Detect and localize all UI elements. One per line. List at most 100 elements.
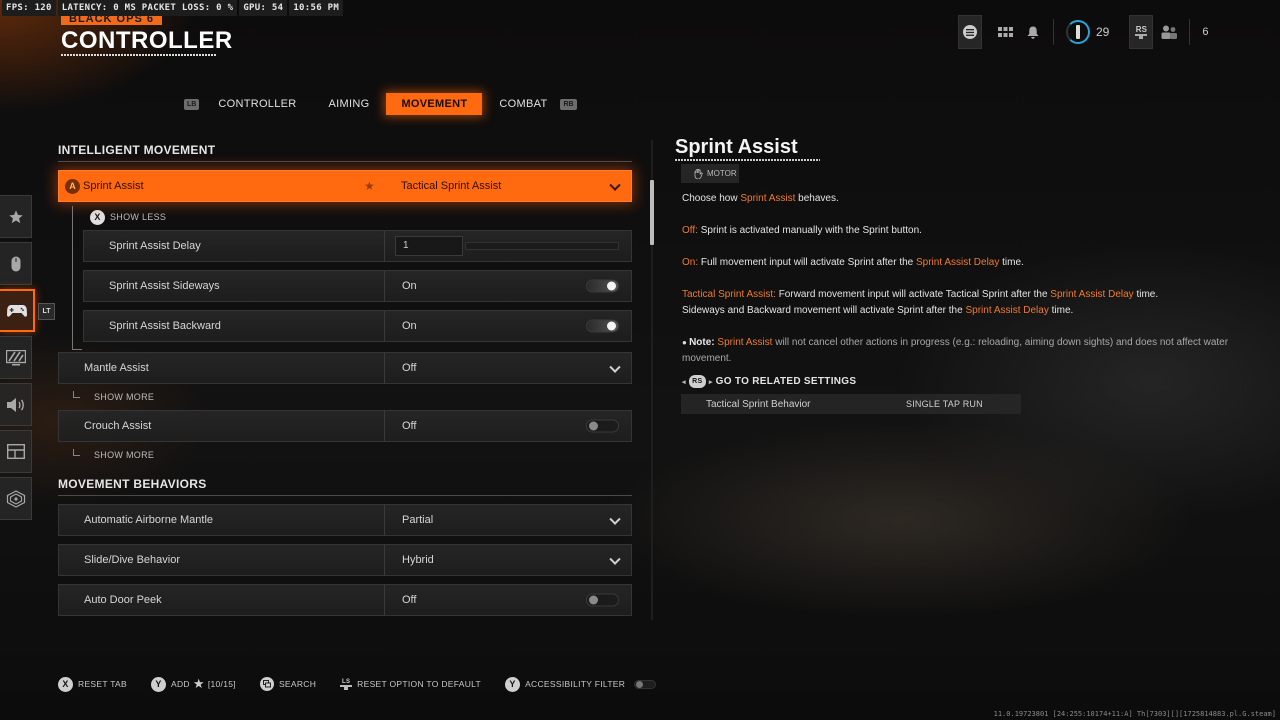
tab-movement[interactable]: MOVEMENT (386, 93, 483, 115)
related-setting-label: Tactical Sprint Behavior (706, 398, 811, 410)
show-less-label: SHOW LESS (110, 212, 167, 222)
add-favorite-button[interactable]: Y ADD ★ [10/15] (151, 676, 236, 692)
party-icon (1161, 25, 1178, 39)
off-paragraph: Off: Sprint is activated manually with t… (682, 225, 922, 236)
setting-value: Partial (402, 514, 434, 526)
show-less-button[interactable]: X SHOW LESS (90, 206, 632, 228)
chevron-down-icon (609, 513, 621, 525)
accessibility-filter-toggle[interactable] (634, 679, 657, 689)
related-setting-row[interactable]: Tactical Sprint Behavior SINGLE TAP RUN (681, 394, 1021, 414)
detail-title: Sprint Assist (675, 136, 798, 158)
monitor-icon (5, 349, 26, 365)
footer-actions: X RESET TAB Y ADD ★ [10/15] SEARCH LS RE… (58, 675, 657, 693)
setting-label: Mantle Assist (84, 362, 149, 374)
sidebar-item-controller[interactable] (0, 289, 35, 332)
setting-dropdown[interactable]: Partial (384, 505, 631, 535)
x-button-glyph: X (90, 209, 105, 225)
speaker-icon (6, 397, 24, 412)
mouse-icon (11, 256, 20, 271)
toggle-knob (636, 680, 644, 688)
rs-social-button[interactable]: RS (1129, 15, 1154, 49)
scrollbar-thumb[interactable] (650, 180, 654, 245)
setting-dropdown[interactable]: Tactical Sprint Assist (384, 171, 631, 201)
rb-bumper-hint[interactable]: RB (560, 98, 577, 110)
setting-dropdown[interactable]: Off (384, 353, 631, 383)
reset-option-button[interactable]: LS RESET OPTION TO DEFAULT (340, 679, 481, 690)
setting-row-sprint-assist-backward[interactable]: Sprint Assist Backward On (83, 310, 632, 342)
sidebar-item-audio[interactable] (0, 383, 32, 426)
setting-dropdown[interactable]: Hybrid (384, 545, 631, 575)
tab-controller[interactable]: CONTROLLER (203, 93, 311, 115)
party-button[interactable] (1161, 25, 1178, 39)
section-header-movement-behaviors: MOVEMENT BEHAVIORS (58, 476, 632, 496)
a-button-glyph: A (65, 178, 80, 194)
lb-bumper-hint[interactable]: LB (184, 98, 200, 110)
star-icon: ★ (192, 676, 205, 691)
apps-grid-icon (998, 27, 1013, 37)
related-settings-header: ◂ RS ▸ GO TO RELATED SETTINGS (682, 375, 857, 388)
player-level[interactable]: 29 (1066, 20, 1109, 44)
setting-row-sprint-assist[interactable]: A Sprint Assist ★ Tactical Sprint Assist (58, 170, 632, 202)
lt-trigger-hint: LT (38, 303, 55, 320)
setting-label: Crouch Assist (84, 420, 152, 432)
search-button[interactable]: SEARCH (259, 677, 317, 691)
setting-row-sprint-assist-delay[interactable]: Sprint Assist Delay 1 (83, 230, 632, 262)
category-tabs: LB CONTROLLER AIMING MOVEMENT COMBAT RB (184, 93, 577, 115)
search-label: SEARCH (278, 679, 317, 689)
setting-row-mantle-assist[interactable]: Mantle Assist Off (58, 352, 632, 384)
y-button-glyph: Y (505, 676, 521, 692)
sidebar-item-graphics[interactable] (0, 336, 32, 379)
setting-label: Sprint Assist Delay (109, 240, 201, 252)
related-settings-label: GO TO RELATED SETTINGS (715, 376, 857, 387)
fps-readout: FPS: 120 (2, 0, 56, 16)
setting-row-slide-dive-behavior[interactable]: Slide/Dive Behavior Hybrid (58, 544, 632, 576)
gpu-readout: GPU: 54 (239, 0, 288, 16)
intro-paragraph: Choose how Sprint Assist behaves. (682, 193, 839, 204)
setting-row-sprint-assist-sideways[interactable]: Sprint Assist Sideways On (83, 270, 632, 302)
network-readout: LATENCY: 0 MS PACKET LOSS: 0 % (57, 0, 238, 16)
toggle-switch[interactable] (586, 319, 619, 333)
toggle-switch[interactable] (586, 593, 619, 607)
setting-label: Sprint Assist (83, 180, 144, 192)
accessibility-filter-button[interactable]: Y ACCESSIBILITY FILTER (505, 676, 625, 692)
show-more-button[interactable]: SHOW MORE (73, 444, 632, 466)
tab-aiming[interactable]: AIMING (314, 93, 385, 115)
tree-elbow-icon (73, 448, 80, 456)
toggle-switch[interactable] (586, 419, 619, 433)
party-count: 6 (1202, 26, 1209, 38)
favorite-star-icon[interactable]: ★ (364, 179, 375, 193)
ls-stick-glyph: LS (340, 679, 353, 690)
setting-value: Off (402, 594, 417, 606)
show-more-button[interactable]: SHOW MORE (73, 386, 632, 408)
rs-button-glyph: RS (688, 375, 706, 388)
setting-row-auto-door-peek[interactable]: Auto Door Peek Off (58, 584, 632, 616)
sidebar-item-account-network[interactable] (0, 477, 32, 520)
reset-tab-button[interactable]: X RESET TAB (58, 676, 127, 692)
apps-grid-button[interactable] (998, 27, 1013, 37)
sidebar-item-interface[interactable] (0, 430, 32, 473)
notifications-button[interactable] (1027, 26, 1039, 39)
sidebar-item-keyboard-mouse[interactable] (0, 242, 32, 285)
setting-row-crouch-assist[interactable]: Crouch Assist Off (58, 410, 632, 442)
rs-label: RS (1135, 25, 1147, 34)
setting-detail-panel: Sprint Assist MOTOR Choose how Sprint As… (675, 135, 1235, 414)
delay-number-input[interactable]: 1 (395, 236, 463, 256)
detail-description: Choose how Sprint Assist behaves. Off: S… (682, 191, 1235, 367)
tree-elbow-icon (73, 390, 80, 398)
setting-row-automatic-airborne-mantle[interactable]: Automatic Airborne Mantle Partial (58, 504, 632, 536)
toggle-knob (589, 421, 598, 431)
star-icon (8, 209, 23, 223)
tag-label: MOTOR (707, 169, 737, 178)
performance-overlay: FPS: 120 LATENCY: 0 MS PACKET LOSS: 0 % … (2, 0, 344, 16)
tab-combat[interactable]: COMBAT (484, 93, 562, 115)
stick-icon (1135, 34, 1148, 39)
toggle-switch[interactable] (586, 279, 619, 293)
setting-value: Tactical Sprint Assist (401, 180, 502, 192)
title-underline (61, 54, 216, 56)
delay-slider[interactable] (465, 242, 619, 250)
interface-icon (6, 444, 25, 459)
add-label: ADD (171, 679, 190, 689)
sidebar-item-favorites[interactable] (0, 195, 32, 238)
menu-button[interactable] (958, 15, 982, 49)
build-info: 11.0.19723801 [24:255:10174+11:A] Th[730… (993, 710, 1276, 718)
